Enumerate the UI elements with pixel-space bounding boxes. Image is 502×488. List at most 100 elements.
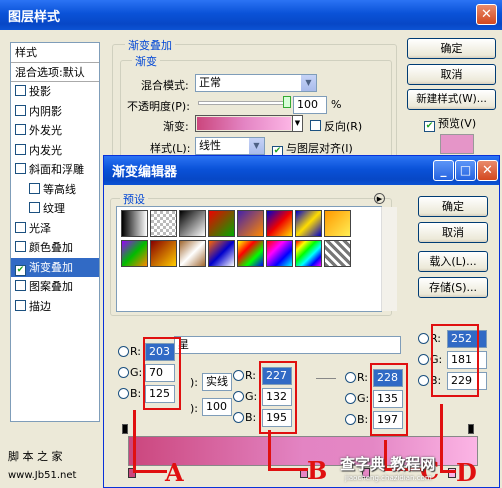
preset-swatch[interactable] xyxy=(295,240,322,267)
style-item-2[interactable]: 外发光 xyxy=(11,121,99,141)
channel-radio-b[interactable] xyxy=(418,375,429,386)
annotation-line-a xyxy=(133,470,167,473)
gradient-cancel-button[interactable]: 取消 xyxy=(418,222,488,243)
channel-radio-g[interactable] xyxy=(345,393,356,404)
preset-swatch[interactable] xyxy=(121,210,148,237)
channel-radio-b[interactable] xyxy=(345,414,356,425)
opacity-slider-thumb[interactable] xyxy=(283,96,291,108)
preview-checkbox[interactable]: ✔ 预览(V) xyxy=(424,115,476,132)
style-item-9[interactable]: ✔ 渐变叠加 xyxy=(11,257,99,277)
preset-swatch[interactable] xyxy=(179,240,206,267)
checkbox-icon[interactable] xyxy=(15,280,26,291)
save-button[interactable]: 存储(S)... xyxy=(418,277,488,298)
annotation-line-b xyxy=(268,430,271,470)
channel-radio-g[interactable] xyxy=(233,391,244,402)
layer-style-ok-button[interactable]: 确定 xyxy=(407,38,496,59)
preset-swatch[interactable] xyxy=(324,240,351,267)
channel-radio-b[interactable] xyxy=(233,412,244,423)
style-select[interactable]: 线性 ▼ xyxy=(195,137,265,155)
style-item-1[interactable]: 内阴影 xyxy=(11,102,99,122)
channel-label-g: G: xyxy=(357,392,370,405)
checkbox-icon[interactable] xyxy=(15,299,26,311)
load-button[interactable]: 载入(L)... xyxy=(418,251,488,272)
preset-swatch[interactable] xyxy=(237,210,264,237)
gradient-subgroup-title: 渐变 xyxy=(132,53,160,69)
maximize-icon[interactable]: □ xyxy=(455,160,476,181)
style-item-5[interactable]: 等高线 xyxy=(11,180,99,200)
channel-radio-r[interactable] xyxy=(118,346,129,357)
checkbox-icon[interactable] xyxy=(15,85,26,96)
channel-label-b: B: xyxy=(130,387,142,400)
smoothness-input[interactable]: 100 xyxy=(202,398,232,416)
channel-label-b: B: xyxy=(357,413,369,426)
preset-swatch[interactable] xyxy=(121,240,148,267)
gradient-name-input[interactable]: 星 xyxy=(174,336,401,354)
preset-swatch[interactable] xyxy=(208,210,235,237)
channel-label-r: R: xyxy=(245,369,257,382)
channel-radio-r[interactable] xyxy=(345,372,356,383)
checkbox-icon[interactable] xyxy=(15,241,26,252)
channel-radio-g[interactable] xyxy=(118,367,129,378)
opacity-slider-track[interactable] xyxy=(198,101,286,105)
preset-swatch[interactable] xyxy=(266,210,293,237)
checkbox-icon[interactable] xyxy=(15,104,26,116)
style-item-11[interactable]: 描边 xyxy=(11,297,99,317)
style-item-label: 内发光 xyxy=(29,143,62,157)
watermark-brand: 查字典 教程网 xyxy=(340,455,436,473)
close-icon[interactable]: ✕ xyxy=(476,4,497,25)
checkbox-icon[interactable] xyxy=(15,124,26,135)
minimize-icon[interactable]: _ xyxy=(433,160,454,181)
checkbox-icon[interactable] xyxy=(15,163,26,174)
preset-swatch[interactable] xyxy=(324,210,351,237)
channel-radio-b[interactable] xyxy=(118,388,129,399)
style-item-label: 颜色叠加 xyxy=(29,241,73,254)
annotation-line-d xyxy=(440,404,443,472)
preset-swatch[interactable] xyxy=(266,240,293,267)
style-item-4[interactable]: 斜面和浮雕 xyxy=(11,160,99,180)
checkbox-icon[interactable] xyxy=(15,143,26,155)
presets-grid xyxy=(116,206,397,312)
style-item-0[interactable]: 投影 xyxy=(11,82,99,102)
style-item-10[interactable]: 图案叠加 xyxy=(11,277,99,297)
style-item-8[interactable]: 颜色叠加 xyxy=(11,238,99,258)
gradient-label: 渐变: xyxy=(163,120,189,133)
blending-options-item[interactable]: 混合选项:默认 xyxy=(11,63,99,82)
presets-scrollbar[interactable] xyxy=(381,207,397,311)
preset-swatch[interactable] xyxy=(237,240,264,267)
preset-swatch[interactable] xyxy=(150,210,177,237)
annotation-box-c xyxy=(370,363,408,436)
opacity-stop-left[interactable] xyxy=(122,424,128,434)
checkbox-icon[interactable] xyxy=(15,221,26,233)
preset-swatch[interactable] xyxy=(150,240,177,267)
annotation-line-a xyxy=(133,410,136,472)
channel-radio-r[interactable] xyxy=(233,370,244,381)
opacity-label: 不透明度(P): xyxy=(127,100,190,113)
opacity-stop-right[interactable] xyxy=(468,424,474,434)
close-icon[interactable]: ✕ xyxy=(477,160,498,181)
watermark-site-url: www.Jb51.net xyxy=(8,470,77,481)
checkbox-icon[interactable] xyxy=(29,182,40,194)
new-style-button[interactable]: 新建样式(W)... xyxy=(407,89,496,110)
preset-swatch[interactable] xyxy=(295,210,322,237)
checkbox-icon[interactable]: ✔ xyxy=(15,264,26,276)
channel-label-g: G: xyxy=(130,366,143,379)
annotation-box-a xyxy=(143,337,181,410)
gradient-ok-button[interactable]: 确定 xyxy=(418,196,488,217)
style-item-7[interactable]: 光泽 xyxy=(11,219,99,239)
channel-radio-r[interactable] xyxy=(418,333,429,344)
presets-menu-arrow-icon[interactable]: ▶ xyxy=(374,193,385,204)
preset-swatch[interactable] xyxy=(179,210,206,237)
checkbox-icon[interactable] xyxy=(29,202,40,213)
preset-swatch[interactable] xyxy=(208,240,235,267)
chevron-down-icon: ▼ xyxy=(300,75,316,91)
chevron-down-icon: ▼ xyxy=(248,138,264,154)
channel-radio-g[interactable] xyxy=(418,354,429,365)
style-item-3[interactable]: 内发光 xyxy=(11,141,99,161)
gradient-type-select[interactable]: 实线 xyxy=(202,373,232,391)
blend-mode-select[interactable]: 正常 ▼ xyxy=(195,74,317,92)
style-item-6[interactable]: 纹理 xyxy=(11,199,99,219)
gradient-picker[interactable]: ▼ xyxy=(195,115,303,132)
layer-style-cancel-button[interactable]: 取消 xyxy=(407,64,496,85)
reverse-checkbox[interactable]: 反向(R) xyxy=(310,118,362,134)
opacity-input[interactable]: 100 xyxy=(293,96,327,114)
